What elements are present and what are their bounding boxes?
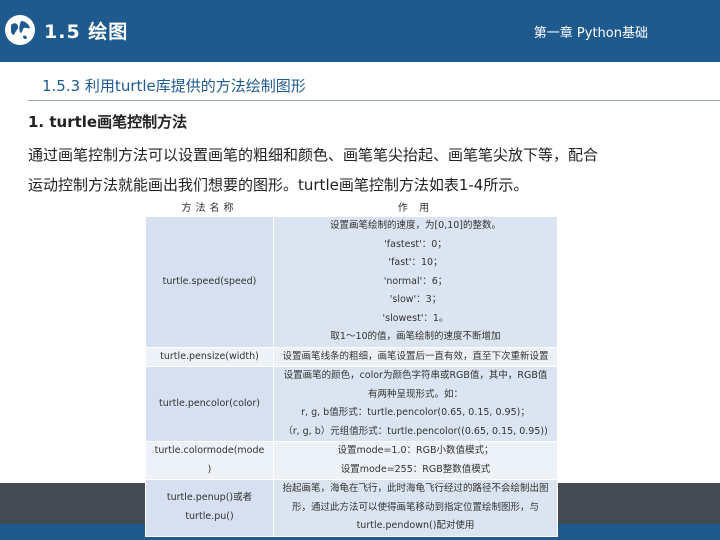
globe-icon [5, 15, 35, 45]
method-desc-cell: 抬起画笔，海龟在飞行，此时海龟飞行经过的路径不会绘制出图 形，通过此方法可以使得… [273, 479, 558, 537]
header-bar: 1.5 绘图 第一章 Python基础 [0, 0, 720, 62]
pen-control-table: 方法名称 作 用 turtle.speed(speed) 设置画笔绘制的速度，为… [145, 196, 558, 537]
method-name: turtle.pensize(width) [160, 350, 259, 362]
desc-line: 设置画笔绘制的速度，为[0,10]的整数。 [329, 220, 502, 231]
section-divider [28, 100, 720, 101]
table-row: turtle.speed(speed) 设置画笔绘制的速度，为[0,10]的整数… [145, 216, 558, 348]
table-row: turtle.pencolor(color) 设置画笔的颜色，color为颜色字… [145, 366, 558, 442]
desc-line: （r, g, b）元组值形式：turtle.pencolor((0.65, 0.… [283, 425, 548, 437]
desc-line: turtle.pendown()配对使用 [356, 520, 475, 531]
slide-title: 1.5 绘图 [44, 21, 129, 43]
method-desc-cell: 设置画笔的颜色，color为颜色字符串或RGB值，其中，RGB值 有两种呈现形式… [273, 366, 558, 442]
method-name: turtle.colormode(mode [154, 445, 265, 456]
desc-line: 形，通过此方法可以使得画笔移动到指定位置绘制图形，与 [291, 501, 539, 513]
desc-line: 设置画笔线条的粗细，画笔设置后一直有效，直至下次重新设置 [282, 350, 549, 362]
chapter-label: 第一章 Python基础 [533, 26, 648, 41]
method-name: turtle.speed(speed) [162, 275, 257, 287]
method-name: turtle.penup()或者 [166, 492, 253, 504]
method-name-cell: turtle.pencolor(color) [145, 366, 274, 442]
method-name-cell: turtle.colormode(mode ) [145, 441, 274, 480]
method-name-cell: turtle.penup()或者 turtle.pu() [145, 479, 274, 537]
subheading: 1. turtle画笔控制方法 [28, 113, 188, 131]
method-desc-cell: 设置画笔绘制的速度，为[0,10]的整数。 'fastest'：0； 'fast… [273, 216, 558, 348]
method-name: turtle.pencolor(color) [159, 397, 260, 409]
desc-line: 'normal'：6； [383, 275, 448, 287]
column-header-effect: 作 用 [273, 196, 558, 217]
method-name-cell: turtle.pensize(width) [145, 346, 274, 367]
desc-line: 抬起画笔，海龟在飞行，此时海龟飞行经过的路径不会绘制出图 [282, 483, 549, 494]
method-name-cell: turtle.speed(speed) [145, 216, 274, 348]
desc-line: 'fast'：10； [388, 257, 443, 268]
desc-line: 取1～10的值，画笔绘制的速度不断增加 [330, 331, 501, 342]
column-header-method: 方法名称 [145, 196, 274, 217]
method-desc-cell: 设置mode=1.0：RGB小数值模式； 设置mode=255：RGB整数值模式 [273, 441, 558, 480]
method-name: turtle.pu() [185, 510, 234, 522]
method-name: ) [207, 463, 212, 475]
desc-line: 'fastest'：0； [384, 238, 447, 250]
desc-line: r, g, b值形式：turtle.pencolor(0.65, 0.15, 0… [301, 407, 530, 418]
section-title: 1.5.3 利用turtle库提供的方法绘制图形 [42, 77, 306, 95]
desc-line: 'slowest'：1。 [382, 312, 449, 324]
desc-line: 'slow'：3； [389, 294, 442, 305]
paragraph-line: 通过画笔控制方法可以设置画笔的粗细和颜色、画笔笔尖抬起、画笔笔尖放下等，配合 [28, 146, 599, 164]
table-row: turtle.pensize(width) 设置画笔线条的粗细，画笔设置后一直有… [145, 346, 558, 367]
table-header-row: 方法名称 作 用 [145, 196, 558, 217]
method-desc-cell: 设置画笔线条的粗细，画笔设置后一直有效，直至下次重新设置 [273, 346, 558, 367]
desc-line: 设置mode=1.0：RGB小数值模式； [337, 445, 494, 456]
desc-line: 设置mode=255：RGB整数值模式 [340, 463, 491, 475]
table-row: turtle.penup()或者 turtle.pu() 抬起画笔，海龟在飞行，… [145, 479, 558, 537]
desc-line: 设置画笔的颜色，color为颜色字符串或RGB值，其中，RGB值 [283, 370, 548, 381]
body-paragraph: 通过画笔控制方法可以设置画笔的粗细和颜色、画笔笔尖抬起、画笔笔尖放下等，配合 运… [28, 140, 648, 200]
table-row: turtle.colormode(mode ) 设置mode=1.0：RGB小数… [145, 441, 558, 480]
desc-line: 有两种呈现形式。如： [367, 388, 463, 400]
